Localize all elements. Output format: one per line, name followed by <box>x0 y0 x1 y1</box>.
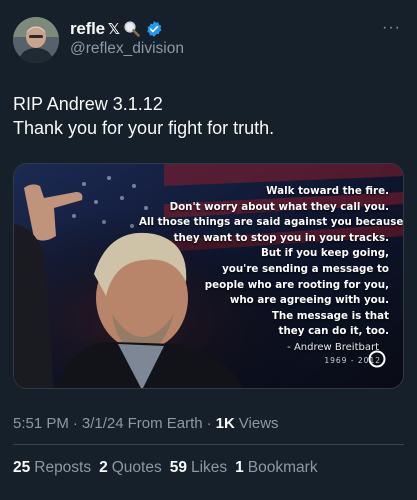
tweet-text-line: Thank you for your fight for truth. <box>13 118 275 138</box>
magnifier-icon <box>123 20 141 38</box>
engagement-stats: 25 Reposts 2 Quotes 59 Likes 1 Bookmark <box>13 459 318 477</box>
quote-line: they want to stop you in your tracks. <box>173 231 389 244</box>
quote-attribution: - Andrew Breitbart <box>287 342 379 353</box>
quote-line: The message is that <box>271 309 389 322</box>
tweet-source: From Earth <box>127 415 203 432</box>
reposts-stat[interactable]: 25 Reposts <box>13 459 91 477</box>
tweet-text-line: RIP Andrew 3.1.12 <box>13 94 163 114</box>
quote-line: who are agreeing with you. <box>229 294 389 307</box>
likes-count: 59 <box>169 459 187 476</box>
views-count[interactable]: 1K <box>216 415 235 432</box>
tweet-date[interactable]: 3/1/24 <box>82 415 124 432</box>
tweet-meta: 5:51 PM · 3/1/24 From Earth · 1K Views <box>13 415 279 432</box>
views-label[interactable]: Views <box>239 415 279 432</box>
tweet-image[interactable]: Walk toward the fire. Don't worry about … <box>13 163 404 389</box>
media-circle-icon <box>367 349 387 369</box>
quotes-count: 2 <box>99 459 108 476</box>
quote-line: All those things are said against you be… <box>139 216 404 229</box>
quotes-label: Quotes <box>111 459 162 476</box>
verified-badge-icon[interactable] <box>145 20 163 38</box>
avatar[interactable] <box>13 17 59 63</box>
tweet-text: RIP Andrew 3.1.12 Thank you for your fig… <box>13 92 403 140</box>
quote-line: they can do it, too. <box>278 325 389 338</box>
meta-separator: · <box>72 415 78 432</box>
likes-label: Likes <box>190 459 228 476</box>
x-logo-icon: 𝕏 <box>107 21 121 38</box>
tweet-card: refle 𝕏 @reflex_division ··· RIP Andrew … <box>0 0 417 500</box>
bookmarks-label: Bookmark <box>247 459 318 476</box>
author-name-row[interactable]: refle 𝕏 <box>70 18 163 40</box>
quote-line: you're sending a message to <box>222 262 389 275</box>
tweet-time[interactable]: 5:51 PM <box>13 415 69 432</box>
bookmarks-stat[interactable]: 1 Bookmark <box>235 459 317 477</box>
quote-line: people who are rooting for you, <box>204 278 389 291</box>
reposts-label: Reposts <box>34 459 92 476</box>
meta-separator: · <box>206 415 212 432</box>
divider <box>13 444 404 445</box>
quote-line: Walk toward the fire. <box>266 185 389 197</box>
quote-line: Don't worry about what they call you. <box>169 200 389 213</box>
reposts-count: 25 <box>13 459 31 476</box>
more-options-icon[interactable]: ··· <box>382 20 401 36</box>
quote-line: But if you keep going, <box>260 247 389 260</box>
quotes-stat[interactable]: 2 Quotes <box>99 459 162 477</box>
image-quote: Walk toward the fire. Don't worry about … <box>139 184 404 340</box>
author-display-name[interactable]: refle <box>70 19 105 39</box>
avatar-image <box>13 17 59 63</box>
author-handle[interactable]: @reflex_division <box>70 40 184 58</box>
bookmarks-count: 1 <box>235 459 244 476</box>
likes-stat[interactable]: 59 Likes <box>170 459 227 477</box>
